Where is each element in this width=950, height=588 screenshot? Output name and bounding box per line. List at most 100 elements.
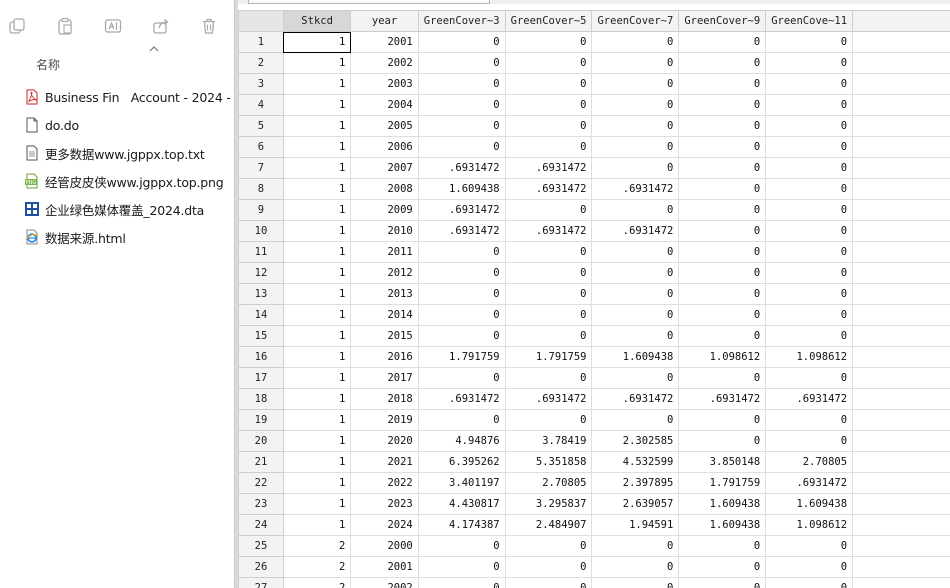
data-cell[interactable]: 3.78419 <box>504 430 593 452</box>
data-cell[interactable]: 0 <box>678 577 767 588</box>
data-cell[interactable]: 2016 <box>350 346 419 368</box>
data-cell[interactable]: 0 <box>678 367 767 389</box>
data-cell[interactable]: 0 <box>765 73 854 95</box>
row-number-cell[interactable]: 11 <box>238 241 284 263</box>
data-cell[interactable]: 1.098612 <box>678 346 767 368</box>
data-cell[interactable]: 0 <box>417 73 506 95</box>
data-cell[interactable]: 2000 <box>350 535 419 557</box>
data-cell[interactable]: 0 <box>591 52 680 74</box>
data-cell[interactable]: 3.850148 <box>678 451 767 473</box>
data-cell[interactable]: 0 <box>504 556 593 578</box>
rename-icon[interactable] <box>101 14 125 38</box>
row-number-cell[interactable]: 7 <box>238 157 284 179</box>
data-cell[interactable]: 2022 <box>350 472 419 494</box>
data-cell[interactable]: 1 <box>282 472 352 494</box>
row-number-cell[interactable]: 20 <box>238 430 284 452</box>
data-cell[interactable]: 1.94591 <box>591 514 680 536</box>
data-cell[interactable]: 0 <box>591 73 680 95</box>
data-cell[interactable]: 0 <box>504 577 593 588</box>
data-cell[interactable]: 2005 <box>350 115 419 137</box>
data-cell[interactable]: 0 <box>417 304 506 326</box>
data-cell[interactable]: 4.94876 <box>417 430 506 452</box>
data-cell[interactable]: 1 <box>282 136 352 158</box>
data-cell[interactable]: 0 <box>591 199 680 221</box>
data-cell[interactable]: 1 <box>282 325 352 347</box>
data-cell[interactable]: 0 <box>765 283 854 305</box>
data-cell[interactable]: 0 <box>591 367 680 389</box>
data-cell[interactable]: 1.609438 <box>678 493 767 515</box>
row-number-cell[interactable]: 26 <box>238 556 284 578</box>
data-cell[interactable]: 0 <box>504 136 593 158</box>
data-cell[interactable]: 2 <box>282 535 352 557</box>
data-cell[interactable]: 1 <box>282 367 352 389</box>
data-cell[interactable]: .6931472 <box>591 220 680 242</box>
data-cell[interactable]: 0 <box>504 115 593 137</box>
data-cell[interactable]: .6931472 <box>504 157 593 179</box>
data-cell[interactable]: 0 <box>504 73 593 95</box>
data-cell[interactable]: 1 <box>282 304 352 326</box>
data-cell[interactable]: 2004 <box>350 94 419 116</box>
data-cell[interactable]: 4.174387 <box>417 514 506 536</box>
data-cell[interactable]: 0 <box>765 94 854 116</box>
data-cell[interactable]: 0 <box>678 52 767 74</box>
data-cell[interactable]: 1 <box>282 346 352 368</box>
data-cell[interactable]: 0 <box>417 367 506 389</box>
data-cell[interactable]: 1.098612 <box>765 514 854 536</box>
data-cell[interactable]: 0 <box>678 115 767 137</box>
data-cell[interactable]: 1.609438 <box>591 346 680 368</box>
data-cell[interactable]: 2017 <box>350 367 419 389</box>
data-cell[interactable]: 1 <box>282 199 352 221</box>
data-cell[interactable]: 2006 <box>350 136 419 158</box>
row-number-cell[interactable]: 10 <box>238 220 284 242</box>
data-cell[interactable]: 2.70805 <box>504 472 593 494</box>
data-cell[interactable]: 4.430817 <box>417 493 506 515</box>
delete-icon[interactable] <box>197 14 221 38</box>
data-cell[interactable]: 0 <box>591 241 680 263</box>
data-cell[interactable]: .6931472 <box>417 199 506 221</box>
data-cell[interactable]: 2002 <box>350 577 419 588</box>
data-cell[interactable]: 0 <box>504 283 593 305</box>
paste-icon[interactable] <box>53 14 77 38</box>
row-number-cell[interactable]: 12 <box>238 262 284 284</box>
data-cell[interactable]: 1 <box>282 178 352 200</box>
data-cell[interactable]: 0 <box>591 31 680 53</box>
row-number-cell[interactable]: 21 <box>238 451 284 473</box>
data-cell[interactable]: 2.397895 <box>591 472 680 494</box>
data-cell[interactable]: .6931472 <box>591 388 680 410</box>
data-cell[interactable]: 0 <box>765 367 854 389</box>
row-number-cell[interactable]: 27 <box>238 577 284 588</box>
data-cell[interactable]: 1 <box>282 451 352 473</box>
data-cell[interactable]: 0 <box>765 31 854 53</box>
data-cell[interactable]: 0 <box>417 115 506 137</box>
data-cell[interactable]: 2012 <box>350 262 419 284</box>
data-cell[interactable]: 1.791759 <box>417 346 506 368</box>
data-cell[interactable]: 0 <box>504 409 593 431</box>
row-number-cell[interactable]: 8 <box>238 178 284 200</box>
file-item-business-pdf[interactable]: Business Fin Account - 2024 - C <box>24 86 234 108</box>
data-cell[interactable]: 0 <box>417 262 506 284</box>
data-cell[interactable]: 0 <box>417 283 506 305</box>
data-cell[interactable]: 4.532599 <box>591 451 680 473</box>
data-cell[interactable]: 0 <box>765 535 854 557</box>
data-cell[interactable]: 1.791759 <box>504 346 593 368</box>
data-cell[interactable]: 0 <box>591 409 680 431</box>
data-cell[interactable]: 0 <box>765 52 854 74</box>
data-cell[interactable]: 0 <box>591 136 680 158</box>
row-number-cell[interactable]: 16 <box>238 346 284 368</box>
row-number-cell[interactable]: 13 <box>238 283 284 305</box>
data-cell[interactable]: 0 <box>765 115 854 137</box>
data-cell[interactable]: 0 <box>417 52 506 74</box>
file-item-txt[interactable]: 更多数据www.jgppx.top.txt <box>24 142 205 164</box>
data-cell[interactable]: 0 <box>504 535 593 557</box>
data-cell[interactable]: 0 <box>678 283 767 305</box>
data-cell[interactable]: 2001 <box>350 31 419 53</box>
data-cell[interactable]: 2.484907 <box>504 514 593 536</box>
data-cell[interactable]: .6931472 <box>765 472 854 494</box>
data-cell[interactable]: 0 <box>765 199 854 221</box>
row-number-cell[interactable]: 19 <box>238 409 284 431</box>
row-number-cell[interactable]: 14 <box>238 304 284 326</box>
data-cell[interactable]: 0 <box>765 241 854 263</box>
data-cell[interactable]: 0 <box>678 220 767 242</box>
row-number-cell[interactable]: 4 <box>238 94 284 116</box>
data-cell[interactable]: 0 <box>417 241 506 263</box>
